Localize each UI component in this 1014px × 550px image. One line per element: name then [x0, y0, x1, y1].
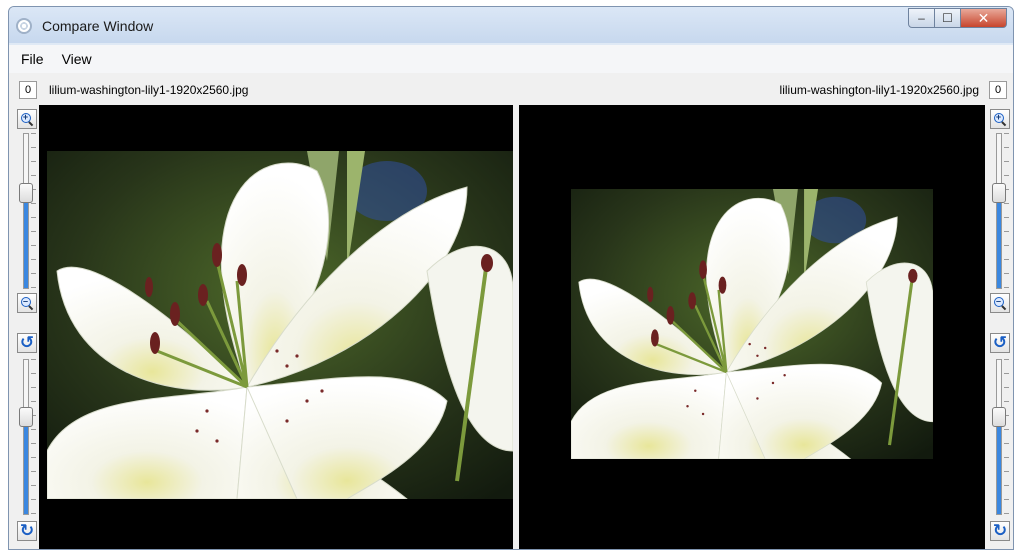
right-rotate-slider[interactable]	[989, 359, 1011, 515]
right-filename: lilium-washington-lily1-1920x2560.jpg	[779, 83, 979, 97]
rotate-left-icon: ↺	[992, 333, 1008, 352]
right-lily-image	[571, 189, 933, 459]
close-button[interactable]: ✕	[961, 8, 1007, 28]
right-rotate-thumb[interactable]	[992, 407, 1006, 427]
maximize-button[interactable]: ☐	[935, 8, 961, 28]
rotate-right-icon: ↻	[19, 521, 35, 540]
zoom-in-icon: +	[993, 112, 1007, 126]
right-zoom-fill	[997, 203, 1001, 288]
left-rotate-thumb[interactable]	[19, 407, 33, 427]
lily-photo-graphic	[47, 151, 513, 499]
left-zoom-thumb[interactable]	[19, 183, 33, 203]
right-zoom-thumb[interactable]	[992, 183, 1006, 203]
right-image-counter[interactable]: 0	[989, 81, 1007, 99]
client-area: File View 0 lilium-washington-lily1-1920…	[9, 45, 1013, 549]
left-image-counter[interactable]: 0	[19, 81, 37, 99]
right-zoom-out-button[interactable]: –	[990, 293, 1010, 313]
right-rotate-fill	[997, 427, 1001, 514]
menu-file[interactable]: File	[21, 51, 44, 67]
menu-bar: File View	[9, 45, 1013, 73]
right-image-viewer[interactable]	[519, 105, 985, 549]
left-zoom-in-button[interactable]: +	[17, 109, 37, 129]
menu-view[interactable]: View	[62, 51, 92, 67]
left-zoom-slider[interactable]	[16, 133, 38, 289]
left-rotate-right-button[interactable]: ↻	[17, 521, 37, 541]
left-rotate-left-button[interactable]: ↺	[17, 333, 37, 353]
compare-window: Compare Window – ☐ ✕ File View 0 lilium-…	[8, 6, 1014, 550]
window-controls: – ☐ ✕	[908, 8, 1007, 28]
lily-photo-graphic	[571, 189, 933, 459]
window-title: Compare Window	[42, 18, 154, 34]
right-zoom-slider[interactable]	[989, 133, 1011, 289]
rotate-left-icon: ↺	[19, 333, 35, 352]
left-lily-image	[47, 151, 513, 499]
left-toolstrip: + – ↺ ↻	[16, 105, 38, 549]
right-toolstrip: + – ↺ ↻	[989, 105, 1011, 549]
left-rotate-slider[interactable]	[16, 359, 38, 515]
zoom-in-icon: +	[20, 112, 34, 126]
left-zoom-out-button[interactable]: –	[17, 293, 37, 313]
left-rotate-fill	[24, 427, 28, 514]
right-rotate-left-button[interactable]: ↺	[990, 333, 1010, 353]
zoom-out-icon: –	[993, 296, 1007, 310]
left-filename: lilium-washington-lily1-1920x2560.jpg	[49, 83, 249, 97]
file-name-row: 0 lilium-washington-lily1-1920x2560.jpg …	[9, 75, 1013, 103]
zoom-out-icon: –	[20, 296, 34, 310]
right-rotate-right-button[interactable]: ↻	[990, 521, 1010, 541]
app-icon	[16, 18, 32, 34]
minimize-button[interactable]: –	[908, 8, 935, 28]
left-zoom-fill	[24, 203, 28, 288]
left-image-viewer[interactable]	[39, 105, 513, 549]
rotate-right-icon: ↻	[992, 521, 1008, 540]
right-zoom-in-button[interactable]: +	[990, 109, 1010, 129]
title-bar[interactable]: Compare Window – ☐ ✕	[9, 7, 1013, 43]
